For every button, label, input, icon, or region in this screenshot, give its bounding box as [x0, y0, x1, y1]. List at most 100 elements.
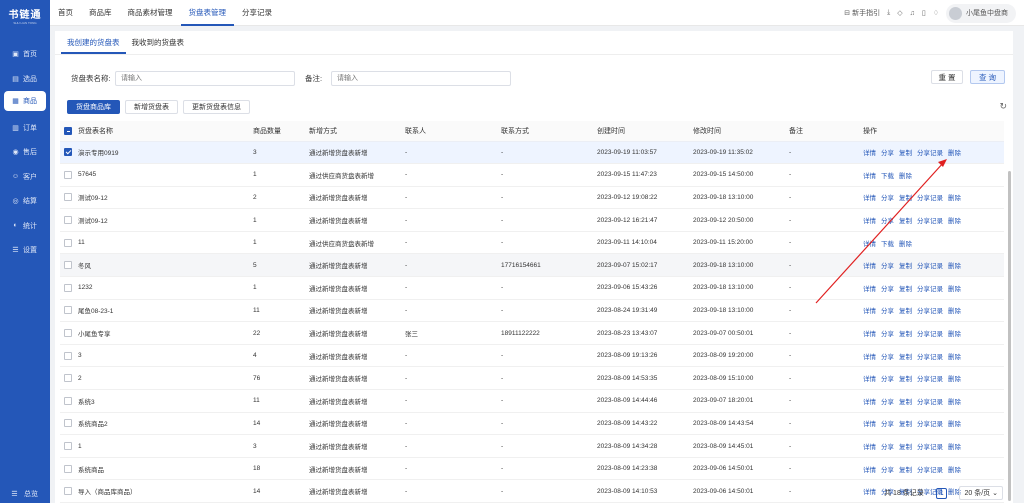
row-action-link[interactable]: 详情: [863, 354, 876, 361]
download-icon[interactable]: ⤓: [887, 9, 890, 17]
row-action-link[interactable]: 复制: [899, 376, 912, 383]
row-action-link[interactable]: 详情: [863, 173, 876, 180]
next-page-icon[interactable]: ›: [952, 490, 954, 497]
row-action-link[interactable]: 分享记录: [917, 354, 943, 361]
row-action-link[interactable]: 分享: [881, 218, 894, 225]
row-action-link[interactable]: 删除: [948, 331, 961, 338]
row-action-link[interactable]: 复制: [899, 354, 912, 361]
prev-page-icon[interactable]: ‹: [929, 490, 931, 497]
row-action-link[interactable]: 详情: [863, 241, 876, 248]
row-action-link[interactable]: 复制: [899, 150, 912, 157]
current-page[interactable]: 1: [936, 487, 948, 499]
table-row[interactable]: 导入（商品库商品） 14 通过新增货盘表新增 - -2023-08-09 14:10:5…: [60, 479, 1004, 503]
add-pallet-button[interactable]: 新增货盘表: [125, 100, 178, 114]
row-checkbox[interactable]: [64, 283, 72, 292]
row-action-link[interactable]: 删除: [948, 150, 961, 157]
top-tab-3[interactable]: 货盘表管理: [180, 0, 234, 26]
row-action-link[interactable]: 分享记录: [917, 444, 943, 451]
row-action-link[interactable]: 下载: [881, 241, 894, 248]
row-action-link[interactable]: 删除: [948, 467, 961, 474]
row-action-link[interactable]: 复制: [899, 399, 912, 406]
table-row[interactable]: 冬风 5 通过新增货盘表新增 -17716154661 2023-09-07 15:02…: [60, 253, 1004, 278]
sidebar-item-1[interactable]: ▤ 选品: [0, 67, 50, 92]
row-checkbox[interactable]: [64, 193, 72, 202]
row-action-link[interactable]: 分享: [881, 308, 894, 315]
row-action-link[interactable]: 删除: [899, 173, 912, 180]
table-row[interactable]: 1 3 通过新增货盘表新增 - -2023-08-09 14:34:28 2023-08-…: [60, 434, 1004, 458]
row-action-link[interactable]: 删除: [899, 241, 912, 248]
row-checkbox[interactable]: [64, 419, 72, 428]
sub-tab-0[interactable]: 我创建的货盘表: [61, 31, 126, 54]
row-action-link[interactable]: 删除: [948, 286, 961, 293]
row-action-link[interactable]: 复制: [899, 308, 912, 315]
sidebar-item-2[interactable]: ▦ 商品: [4, 91, 46, 111]
row-checkbox[interactable]: [64, 487, 72, 496]
sidebar-item-7[interactable]: ◐ 统计: [0, 214, 50, 239]
row-checkbox[interactable]: [64, 306, 72, 315]
row-action-link[interactable]: 分享记录: [917, 218, 943, 225]
sidebar-item-0[interactable]: ▣ 首页: [0, 42, 50, 67]
row-action-link[interactable]: 分享记录: [917, 421, 943, 428]
top-tab-2[interactable]: 商品素材管理: [120, 0, 181, 26]
row-action-link[interactable]: 删除: [948, 444, 961, 451]
sidebar-item-3[interactable]: ▥ 订单: [0, 116, 50, 141]
row-action-link[interactable]: 删除: [948, 263, 961, 270]
row-action-link[interactable]: 分享: [881, 286, 894, 293]
row-checkbox[interactable]: [64, 464, 72, 473]
table-row[interactable]: 小尾鱼专享 22 通过新增货盘表新增 张三 18911122222 2023-08-23 …: [60, 321, 1004, 345]
row-action-link[interactable]: 详情: [863, 421, 876, 428]
row-checkbox[interactable]: [64, 442, 72, 451]
top-tab-4[interactable]: 分享记录: [234, 0, 280, 26]
sidebar-item-5[interactable]: ☺ 客户: [0, 165, 50, 190]
table-row[interactable]: 系统商品2 14 通过新增货盘表新增 - -2023-08-09 14:43:22 202…: [60, 412, 1004, 436]
row-action-link[interactable]: 分享: [881, 399, 894, 406]
sub-tab-1[interactable]: 我收到的货盘表: [126, 31, 191, 54]
row-action-link[interactable]: 分享: [881, 150, 894, 157]
row-action-link[interactable]: 下载: [881, 173, 894, 180]
row-action-link[interactable]: 详情: [863, 331, 876, 338]
table-row[interactable]: 演示专用0919 3 通过新增货盘表新增 - -2023-09-19 11:03:57 2…: [60, 141, 1004, 165]
row-action-link[interactable]: 删除: [948, 376, 961, 383]
user-menu[interactable]: 小尾鱼中盘商: [946, 3, 1016, 23]
row-action-link[interactable]: 复制: [899, 331, 912, 338]
select-all-checkbox[interactable]: [64, 126, 72, 135]
table-row[interactable]: 3 4 通过新增货盘表新增 - -2023-08-09 19:13:26 2023-08-…: [60, 344, 1004, 368]
sidebar-item-4[interactable]: ◉ 售后: [0, 140, 50, 165]
row-action-link[interactable]: 删除: [948, 218, 961, 225]
row-action-link[interactable]: 复制: [899, 286, 912, 293]
table-row[interactable]: 11 1 通过供应商货盘表新增 - -2023-09-11 14:10:04 2023-0…: [60, 231, 1004, 255]
row-action-link[interactable]: 分享: [881, 467, 894, 474]
row-action-link[interactable]: 分享: [881, 263, 894, 270]
row-action-link[interactable]: 删除: [948, 421, 961, 428]
row-action-link[interactable]: 详情: [863, 150, 876, 157]
table-scrollbar[interactable]: [1008, 171, 1011, 501]
row-action-link[interactable]: 分享记录: [917, 308, 943, 315]
table-row[interactable]: 测试09-12 1 通过新增货盘表新增 - -2023-09-12 16:21:47 20…: [60, 208, 1004, 232]
row-action-link[interactable]: 详情: [863, 399, 876, 406]
row-action-link[interactable]: 删除: [948, 308, 961, 315]
row-action-link[interactable]: 分享记录: [917, 263, 943, 270]
table-row[interactable]: 系统商品 18 通过新增货盘表新增 - -2023-08-09 14:23:38 2023…: [60, 457, 1004, 481]
table-row[interactable]: 57645 1 通过供应商货盘表新增 - -2023-09-15 11:47:23 202…: [60, 163, 1004, 187]
table-row[interactable]: 2 76 通过新增货盘表新增 - -2023-08-09 14:53:35 2023-08…: [60, 366, 1004, 391]
diamond-icon[interactable]: ◇: [897, 9, 902, 17]
row-action-link[interactable]: 分享记录: [917, 195, 943, 202]
table-row[interactable]: 1232 1 通过新增货盘表新增 - -2023-09-06 15:43:26 2023-…: [60, 276, 1004, 300]
table-row[interactable]: 尾鱼08-23-1 11 通过新增货盘表新增 - -2023-08-24 19:31:4…: [60, 299, 1004, 323]
row-action-link[interactable]: 复制: [899, 218, 912, 225]
headset-icon[interactable]: ♫: [910, 10, 915, 17]
row-action-link[interactable]: 复制: [899, 421, 912, 428]
row-checkbox[interactable]: [64, 329, 72, 338]
top-tab-0[interactable]: 首页: [50, 0, 81, 26]
row-action-link[interactable]: 详情: [863, 467, 876, 474]
row-action-link[interactable]: 详情: [863, 218, 876, 225]
row-action-link[interactable]: 分享: [881, 195, 894, 202]
row-action-link[interactable]: 分享记录: [917, 331, 943, 338]
query-button[interactable]: 查 询: [970, 70, 1005, 84]
row-action-link[interactable]: 分享记录: [917, 376, 943, 383]
row-action-link[interactable]: 删除: [948, 399, 961, 406]
row-checkbox[interactable]: [64, 238, 72, 247]
sidebar-collapse[interactable]: ☰ 总览: [10, 489, 38, 499]
row-action-link[interactable]: 复制: [899, 195, 912, 202]
row-checkbox[interactable]: [64, 148, 72, 157]
